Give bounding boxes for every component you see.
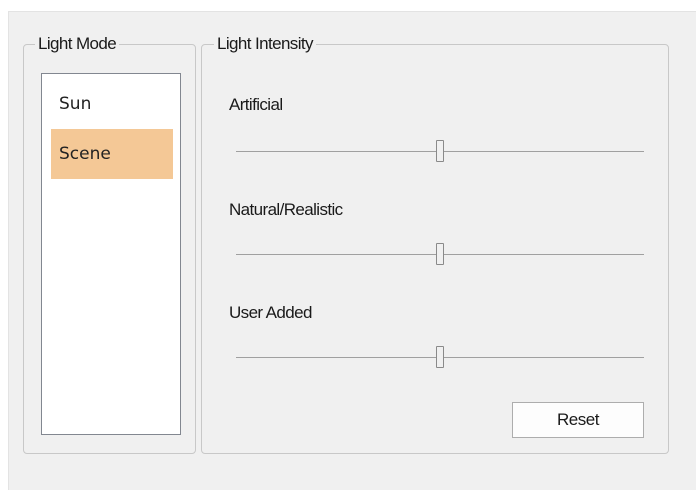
slider-thumb[interactable]	[436, 346, 444, 368]
natural-realistic-label: Natural/Realistic	[229, 200, 343, 219]
light-intensity-title: Light Intensity	[214, 34, 316, 54]
list-item-scene[interactable]: Scene	[51, 129, 173, 179]
artificial-label: Artificial	[229, 95, 283, 114]
reset-button[interactable]: Reset	[512, 402, 644, 438]
user-added-label: User Added	[229, 303, 312, 322]
artificial-slider[interactable]	[236, 140, 644, 164]
slider-thumb[interactable]	[436, 243, 444, 265]
user-added-slider[interactable]	[236, 346, 644, 370]
light-mode-title: Light Mode	[35, 34, 120, 54]
list-item-sun[interactable]: Sun	[51, 79, 173, 129]
light-mode-listbox[interactable]: Sun Scene	[41, 73, 181, 435]
natural-realistic-slider[interactable]	[236, 243, 644, 267]
slider-thumb[interactable]	[436, 140, 444, 162]
